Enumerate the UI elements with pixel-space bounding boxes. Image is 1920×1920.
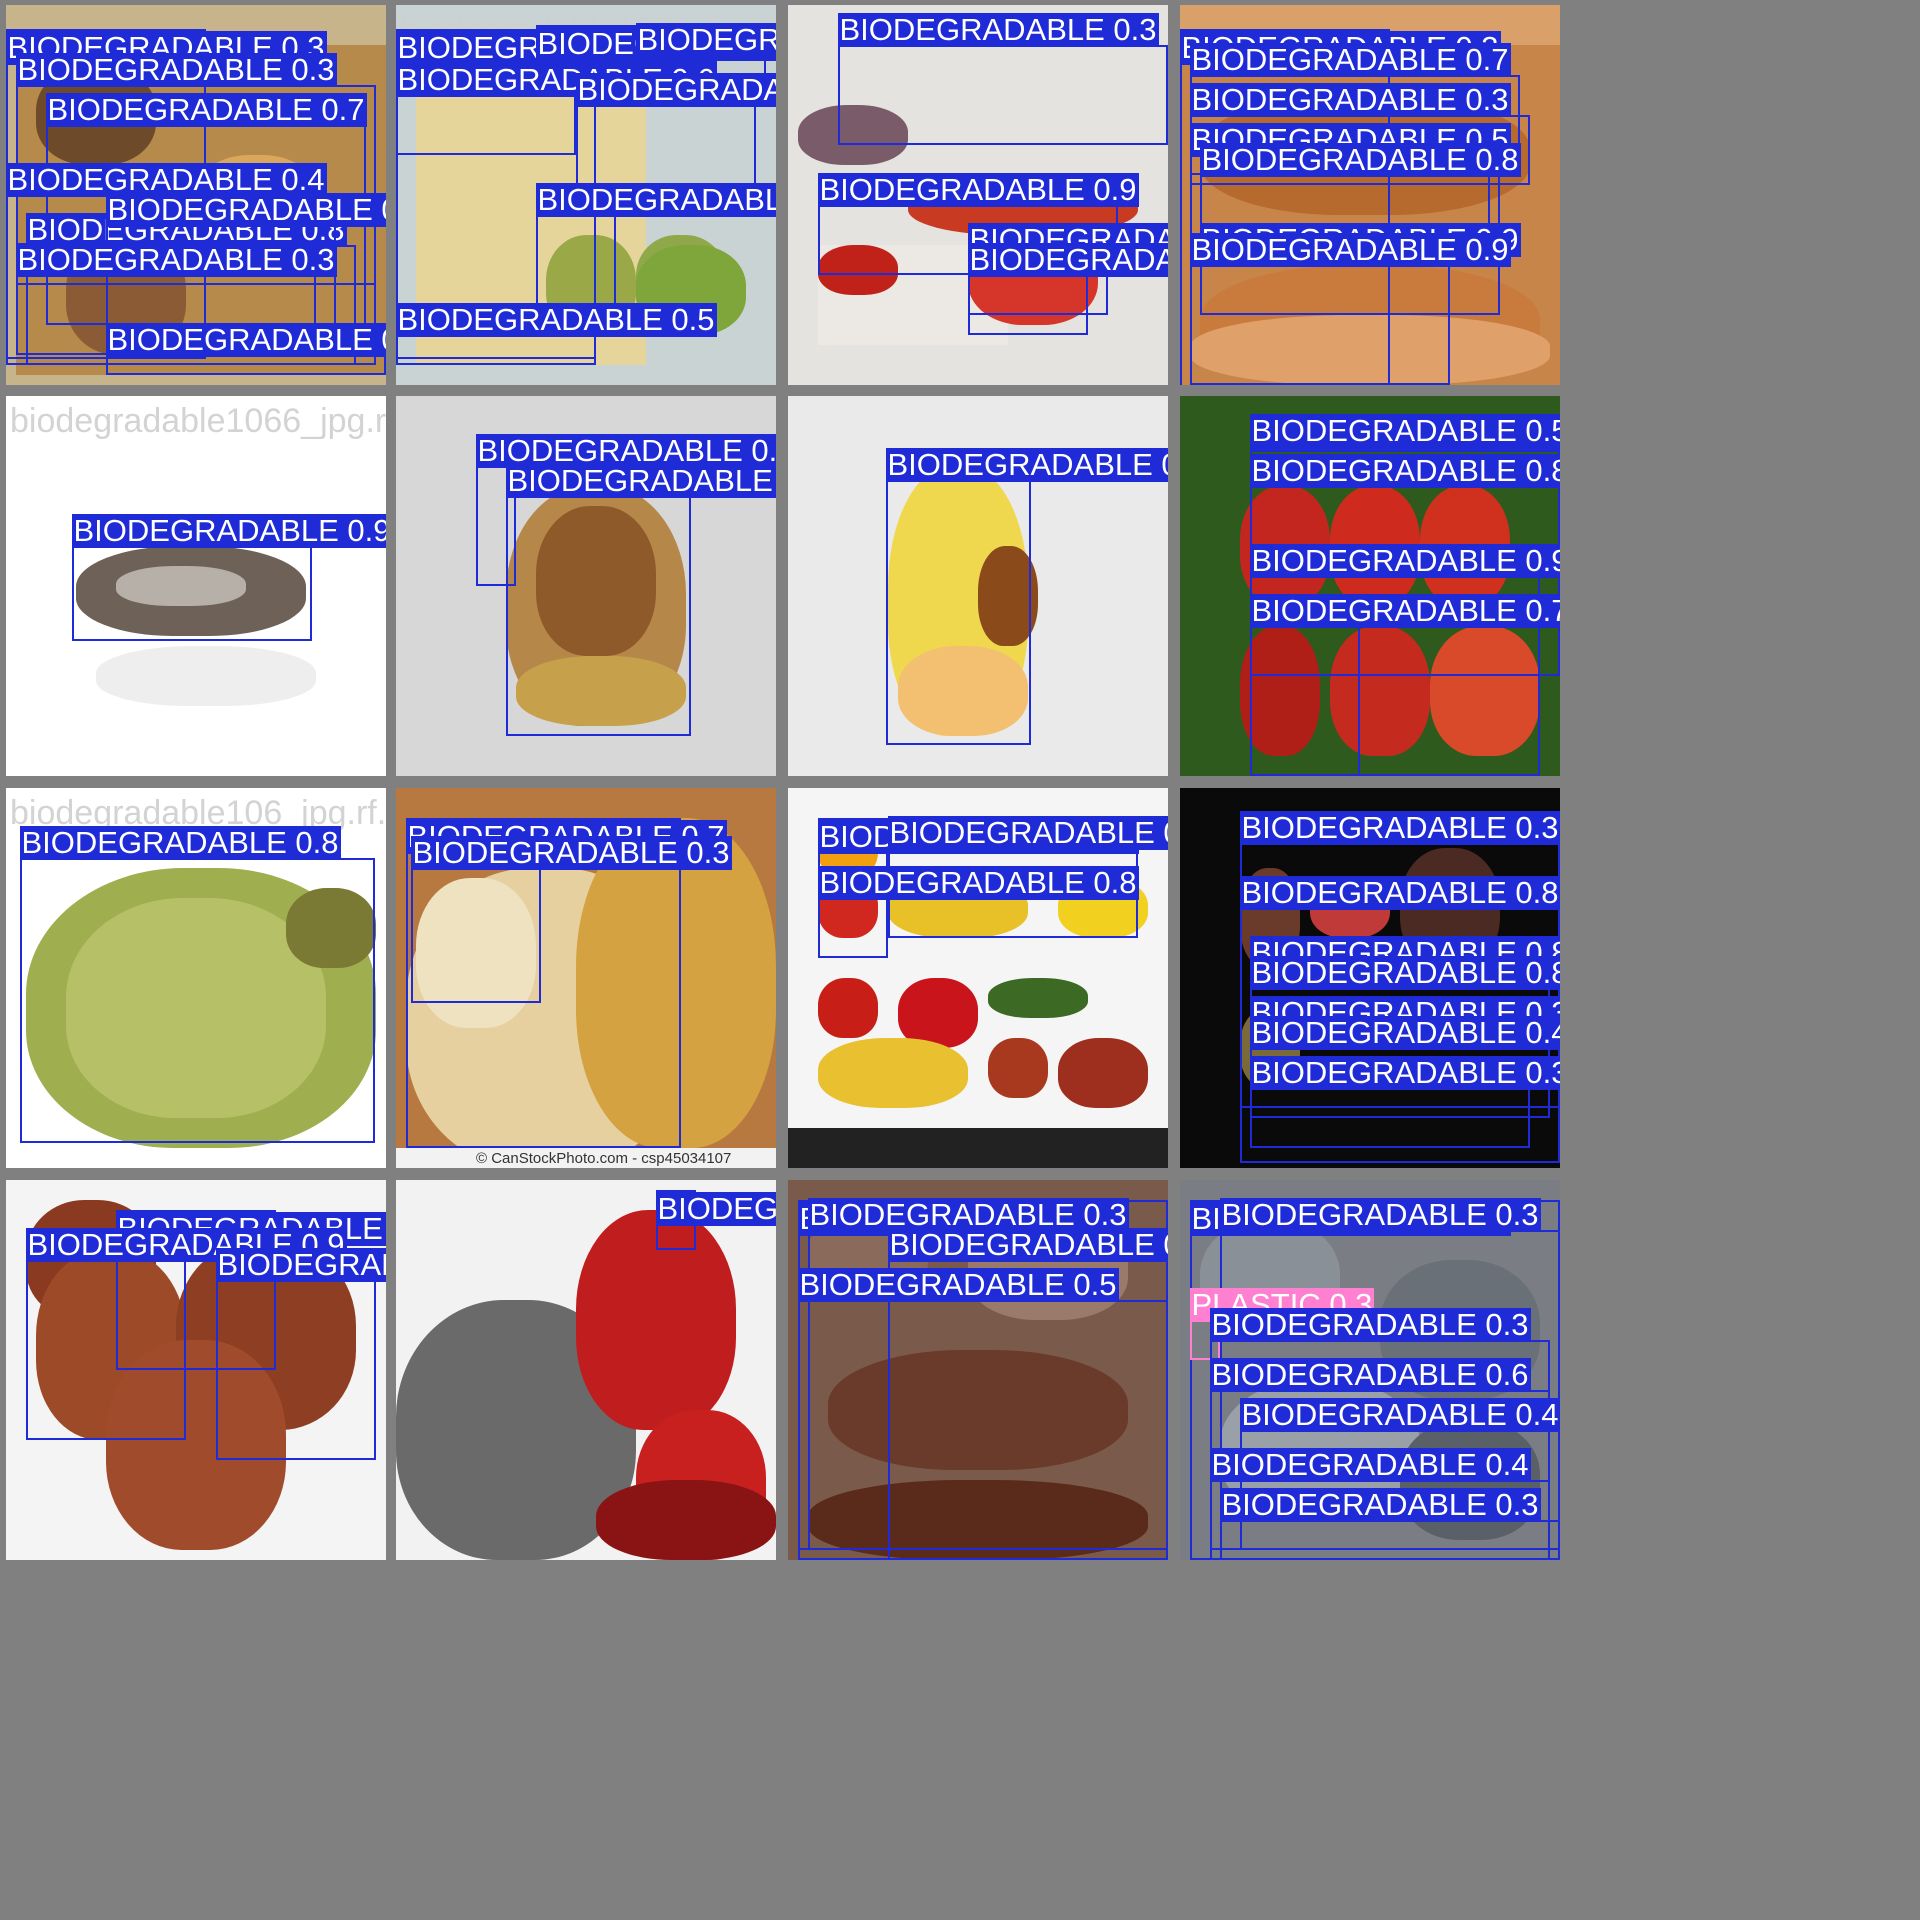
- detection-label: BIODEGRADABLE 0.9: [71, 514, 386, 548]
- detection-box: BIODEGRADABLE 0.7: [1249, 594, 1560, 776]
- detection-box: BIODEGRADABLE 0.9: [71, 514, 386, 641]
- detection-label: BIODEGRADABLE 0.6: [1209, 1357, 1531, 1392]
- detection-label: BIODEGRADABLE 0.3: [1239, 810, 1560, 845]
- detection-box: BIODEGRADABLE 0.8: [19, 826, 375, 1143]
- photo-region: [96, 646, 316, 706]
- detection-label: BIODEGRADABLE 0.9: [535, 183, 776, 217]
- detection-label: BIODEGRADABLE 0.3: [15, 242, 337, 277]
- result-tile: biodegradable106_jpg.rf.ff57BIODEGRADABL…: [6, 788, 386, 1168]
- detection-label: BIODEGRADABLE 0.3: [1219, 1487, 1541, 1522]
- detection-grid: BIODEGRADABLE 0.3 BIODEGRADABLE 0.3 BIODEG…: [0, 0, 1920, 1920]
- photo-region: [818, 1038, 968, 1108]
- detection-label: BIODEGRADABLE 0.9: [817, 172, 1139, 207]
- detection-label: BIODEGRADABLE 0.8: [1249, 454, 1560, 488]
- result-tile: biodegradable1066_jpg.rf.1c BIODEGRADABLE…: [6, 396, 386, 776]
- detection-box: BIODEGRADABLE 1.0: [505, 464, 776, 736]
- detection-box: BIODEGRADABLE 0.9: [1189, 233, 1511, 385]
- detection-box: BIODEGRADABLE 1.0: [215, 1248, 386, 1460]
- result-tile: BIODEGRADABLE 0.9BIODEGRADABLE 0.9BIODEG…: [788, 788, 1168, 1168]
- detection-label: BIODEGRADABLE 0.7: [1189, 42, 1511, 77]
- detection-box: BIODEGRADABLE 0.6: [967, 243, 1168, 335]
- detection-label: BIODEGRADABLE 0.3: [105, 193, 386, 227]
- detection-label: BIODEGRADABLE 0.3: [837, 12, 1159, 47]
- detection-label: BIODEGRADABLE 0.3: [1249, 1056, 1560, 1090]
- detection-label: BIODEGRADABLE 0.9: [1189, 232, 1511, 267]
- photo-region: [818, 978, 878, 1038]
- image-filename: biodegradable1066_jpg.rf.1c: [10, 402, 386, 440]
- photo-region: [1058, 1038, 1148, 1108]
- result-tile: biodegradable1071_jpg.rf.01BIODEGRADABLE…: [396, 5, 776, 385]
- detection-label: BIODEGRADABLE 0.3: [1209, 1307, 1531, 1342]
- detection-label: BIODEGRADABLE 0.6: [967, 243, 1168, 277]
- detection-box: BIODEGRADABLE 0.3: [837, 13, 1168, 145]
- result-tile: BIODEGRADABLE 0.3 BIODEGRADABLE 0.3 BIODEG…: [6, 5, 386, 385]
- detection-label: BIODEGRADABLE 0.8: [19, 825, 341, 860]
- result-tile: BIODEGRADABLE 0.3 BIODEGRADABLE 0.7 BIODEG…: [1180, 5, 1560, 385]
- stock-watermark: © CanStockPhoto.com - csp45034107: [476, 1150, 732, 1167]
- detection-box: BIODEGRADABLE 0.8: [1199, 143, 1521, 225]
- result-tile: BIODEGRADABLE 0.7BIODEGRADABLE 0.9BIODEG…: [6, 1180, 386, 1560]
- detection-box: BIODEGRADABLE 0.5: [396, 303, 717, 365]
- detection-label: BIODEGRADABLE 0.8: [817, 865, 1139, 900]
- result-tile: BIODEGRADABLE 0.9: [788, 396, 1168, 776]
- detection-label: BIODEGRADABLE 0.3: [15, 52, 337, 87]
- detection-label: BIODEGRADABLE 0.3: [410, 835, 732, 870]
- detection-label: BIODEGRADABLE 0.4: [1239, 1397, 1560, 1432]
- detection-box: BIODEGRADABLE 0.5: [797, 1268, 1168, 1550]
- detection-label: BIODEGRADABLE 0.4: [1209, 1447, 1531, 1482]
- detection-box: BIODEGRADABLE 0.8: [575, 73, 776, 185]
- detection-label: BIODEGRADABLE 0.3: [1219, 1197, 1541, 1232]
- detection-box: BIODEGRADABLE 0.3: [1219, 1488, 1560, 1560]
- photo-region: [988, 978, 1088, 1018]
- detection-box: BIODEGRADABLE 0.8: [817, 866, 1139, 958]
- detection-label: BIODEGRADABLE: [655, 1192, 776, 1226]
- detection-box: BIODEGRADABLE 0.9: [25, 1228, 347, 1440]
- result-tile: BIODEGRADABLE 0.3BIODEGRADABLE 0.5BIODEG…: [1180, 396, 1560, 776]
- detection-label: BIODEGRADABLE 0.8: [1249, 956, 1560, 990]
- result-tile: BIODEGRADABLE 0.3 BIODEGRADABLE 0.9 BIODEG…: [788, 5, 1168, 385]
- detection-label: BIODEGRADABLE 0.5: [396, 302, 717, 337]
- result-tile: BIODEGRADABLE: [396, 1180, 776, 1560]
- detection-box: BIODEGRADABLE 0.3: [1249, 1056, 1560, 1148]
- detection-label: BIODEGRADABLE 0.8: [1199, 142, 1521, 177]
- detection-label: BIODEGRADABLE 1.0: [215, 1248, 386, 1282]
- detection-box: BIODEGRADABLE 0.9: [885, 448, 1168, 745]
- detection-label: BIODEGRADABLE 0.9: [1249, 544, 1560, 578]
- detection-label: BIODEGRADABLE 0.9: [887, 816, 1168, 850]
- detection-box: BIODEGRADABLE 0.3: [105, 323, 386, 375]
- photo-region: [988, 1038, 1048, 1098]
- detection-label: BIODEGRADABLE 0.7: [1249, 594, 1560, 628]
- detection-box: BIODEGRADABLE 0.6: [396, 63, 717, 155]
- detection-label: BIODEGRADABLE 0.5: [797, 1267, 1119, 1302]
- detection-label: BIODEGRADABLE 0.7: [635, 23, 776, 57]
- result-tile: © CanStockPhoto.com - csp45034107 BIODEGR…: [396, 788, 776, 1168]
- detection-label: BIODEGRADABLE 0.3: [1189, 82, 1511, 117]
- detection-label: BIODEGRADABLE 0.8: [575, 73, 776, 107]
- photo-region: [788, 1128, 1168, 1168]
- detection-label: BIODEGRADABLE 0.9: [885, 448, 1168, 482]
- detection-label: BIODEGRADABLE 0.7: [45, 92, 367, 127]
- detection-box: BIODEGRADABLE: [655, 1190, 776, 1250]
- detection-label: BIODEGRADABLE 0.4: [1249, 1016, 1560, 1050]
- detection-box: BIODEGRADABLE 0.3: [410, 836, 732, 1003]
- photo-region: [596, 1480, 776, 1560]
- detection-label: BIODEGRADABLE 0.8: [1239, 875, 1560, 910]
- detection-label: BIODEGRADABLE 0.5: [1249, 414, 1560, 448]
- result-tile: BIODEGRADABLE 0.3BIODEGRADABLE 0.3BIODEG…: [788, 1180, 1168, 1560]
- result-tile: BIODEGRADABLE 0.3BIODEGRADABLE 1.0: [396, 396, 776, 776]
- result-tile: BIODEGRADABLE 0.3 BIODEGRADABLE 0.8 BIODEG…: [1180, 788, 1560, 1168]
- detection-label: BIODEGRADABLE 0.3: [105, 323, 386, 357]
- detection-label: BIODEGRADABLE 0.3: [887, 1228, 1168, 1262]
- detection-label: BIODEGRADABLE 1.0: [505, 464, 776, 498]
- result-tile: BIODEGRADABLE 0.3BIODEGRADABLE 0.3PLASTI…: [1180, 1180, 1560, 1560]
